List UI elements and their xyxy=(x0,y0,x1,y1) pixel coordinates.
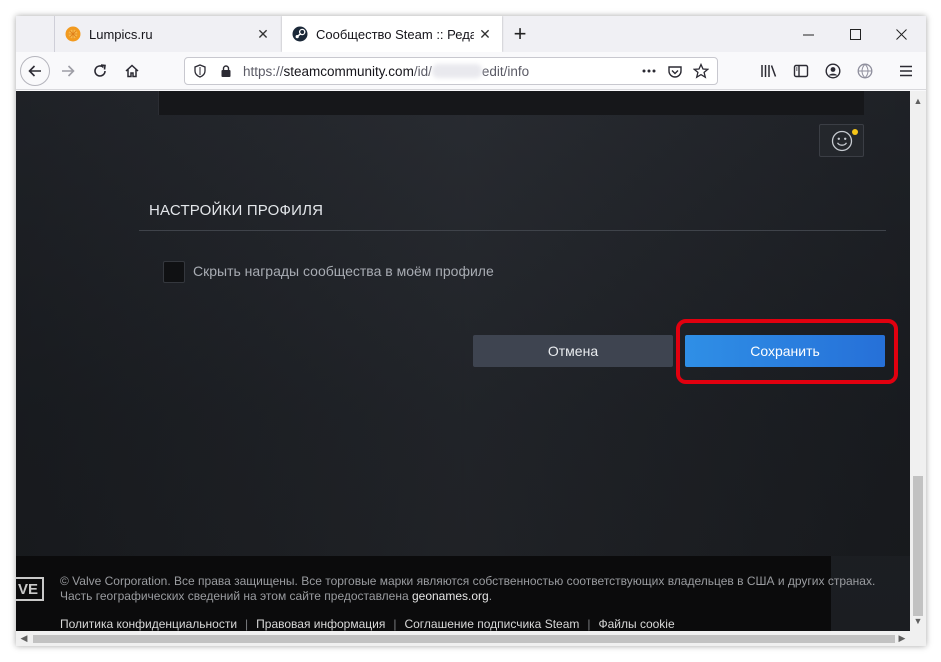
scroll-up-icon[interactable]: ▲ xyxy=(910,93,926,109)
hide-awards-label[interactable]: Скрыть награды сообщества в моём профиле xyxy=(193,263,494,279)
footer-copyright: © Valve Corporation. Все права защищены.… xyxy=(60,574,876,588)
pocket-icon[interactable] xyxy=(667,64,683,80)
lumpics-favicon-icon xyxy=(65,26,81,42)
hamburger-menu-icon xyxy=(900,65,912,77)
cancel-button[interactable]: Отмена xyxy=(473,335,673,367)
footer-links: Политика конфиденциальности | Правовая и… xyxy=(60,617,675,631)
horizontal-scroll-thumb[interactable] xyxy=(33,635,895,643)
steam-edit-profile-page: НАСТРОЙКИ ПРОФИЛЯ Скрыть награды сообщес… xyxy=(16,91,910,631)
lock-icon[interactable] xyxy=(219,64,233,78)
home-button[interactable] xyxy=(118,57,146,85)
tab-lumpics[interactable]: Lumpics.ru ✕ xyxy=(54,16,280,52)
notification-dot xyxy=(852,129,858,135)
scrollbar-corner xyxy=(910,631,926,646)
arrow-right-icon xyxy=(62,65,75,77)
maximize-button[interactable] xyxy=(832,16,878,52)
valve-logo[interactable]: VE xyxy=(16,577,44,601)
tab-title: Сообщество Steam :: Редактир xyxy=(316,26,474,42)
vertical-scroll-thumb[interactable] xyxy=(913,476,923,616)
scroll-down-icon[interactable]: ▼ xyxy=(910,613,926,629)
shield-icon[interactable] xyxy=(193,64,207,78)
save-highlight-frame xyxy=(676,319,898,384)
sidebar-button[interactable] xyxy=(787,57,815,85)
footer-separator: | xyxy=(245,617,249,631)
url-path-start: /id/ xyxy=(413,64,432,79)
footer-geo-prefix: Часть географических сведений на этом са… xyxy=(60,589,412,603)
home-icon xyxy=(125,64,139,78)
menu-button[interactable] xyxy=(892,57,920,85)
section-title-profile-settings: НАСТРОЙКИ ПРОФИЛЯ xyxy=(149,202,324,219)
footer-separator: | xyxy=(393,617,397,631)
url-prefix: https:// xyxy=(243,64,284,79)
extension-button[interactable] xyxy=(851,57,879,85)
smiley-icon xyxy=(831,130,852,151)
maximize-icon xyxy=(849,28,861,40)
tab-close-icon[interactable]: ✕ xyxy=(474,23,496,45)
globe-icon xyxy=(857,63,873,79)
steam-favicon-icon xyxy=(292,26,308,42)
bookmark-star-icon[interactable] xyxy=(693,63,709,79)
footer-separator: | xyxy=(587,617,591,631)
footer-geonames: Часть географических сведений на этом са… xyxy=(60,589,492,603)
tab-close-icon[interactable]: ✕ xyxy=(252,23,274,45)
footer-link-ssa[interactable]: Соглашение подписчика Steam xyxy=(404,617,579,631)
scroll-left-icon[interactable]: ◀ xyxy=(16,631,32,646)
library-icon xyxy=(761,65,777,77)
new-tab-button[interactable]: + xyxy=(508,21,532,46)
footer-link-legal[interactable]: Правовая информация xyxy=(256,617,385,631)
back-button[interactable] xyxy=(20,56,50,86)
arrow-left-icon xyxy=(28,65,41,77)
tab-strip: Lumpics.ru ✕ Сообщество Steam :: Редакти… xyxy=(16,16,926,52)
footer-geo-suffix: . xyxy=(488,589,493,603)
reload-button[interactable] xyxy=(86,57,114,85)
browser-window: Lumpics.ru ✕ Сообщество Steam :: Редакти… xyxy=(16,16,926,646)
hide-awards-checkbox[interactable] xyxy=(163,261,185,283)
url-bar[interactable]: https://steamcommunity.com/id/edit/info xyxy=(184,57,718,85)
tab-steam-community[interactable]: Сообщество Steam :: Редактир ✕ xyxy=(282,16,502,52)
more-dots-icon[interactable] xyxy=(641,64,657,78)
geonames-link[interactable]: geonames.org xyxy=(412,589,489,603)
url-domain: steamcommunity.com xyxy=(283,64,414,79)
section-divider xyxy=(139,230,886,231)
forward-button[interactable] xyxy=(54,57,82,85)
navigation-toolbar: https://steamcommunity.com/id/edit/info xyxy=(16,52,926,90)
close-window-button[interactable] xyxy=(878,16,924,52)
url-path-end: edit/info xyxy=(481,64,530,79)
vertical-scrollbar[interactable]: ▲ ▼ xyxy=(910,91,926,631)
emoticon-button[interactable] xyxy=(819,124,864,157)
page-footer: VE © Valve Corporation. Все права защище… xyxy=(16,556,875,631)
sidebar-icon xyxy=(793,64,809,78)
tab-title: Lumpics.ru xyxy=(89,26,153,42)
url-text: https://steamcommunity.com/id/edit/info xyxy=(243,64,529,79)
account-icon xyxy=(825,63,841,79)
footer-link-cookies[interactable]: Файлы cookie xyxy=(599,617,675,631)
horizontal-scrollbar[interactable]: ◀ ▶ xyxy=(16,631,910,646)
url-redacted xyxy=(431,64,482,78)
account-button[interactable] xyxy=(819,57,847,85)
minimize-icon xyxy=(802,34,814,35)
close-icon xyxy=(895,28,907,40)
scroll-right-icon[interactable]: ▶ xyxy=(894,631,910,646)
library-button[interactable] xyxy=(755,57,783,85)
summary-textarea[interactable] xyxy=(158,91,864,115)
minimize-button[interactable] xyxy=(785,16,831,52)
reload-icon xyxy=(94,64,106,77)
footer-link-privacy[interactable]: Политика конфиденциальности xyxy=(60,617,237,631)
